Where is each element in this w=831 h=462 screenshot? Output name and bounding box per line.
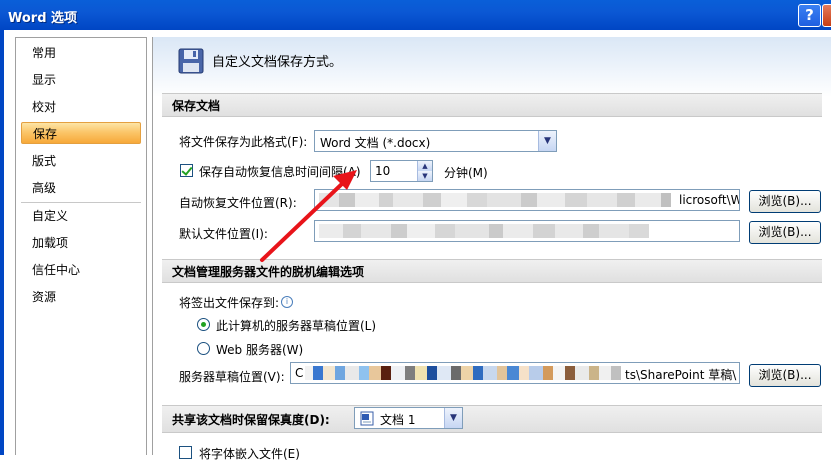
annotation-arrow [260,170,357,262]
